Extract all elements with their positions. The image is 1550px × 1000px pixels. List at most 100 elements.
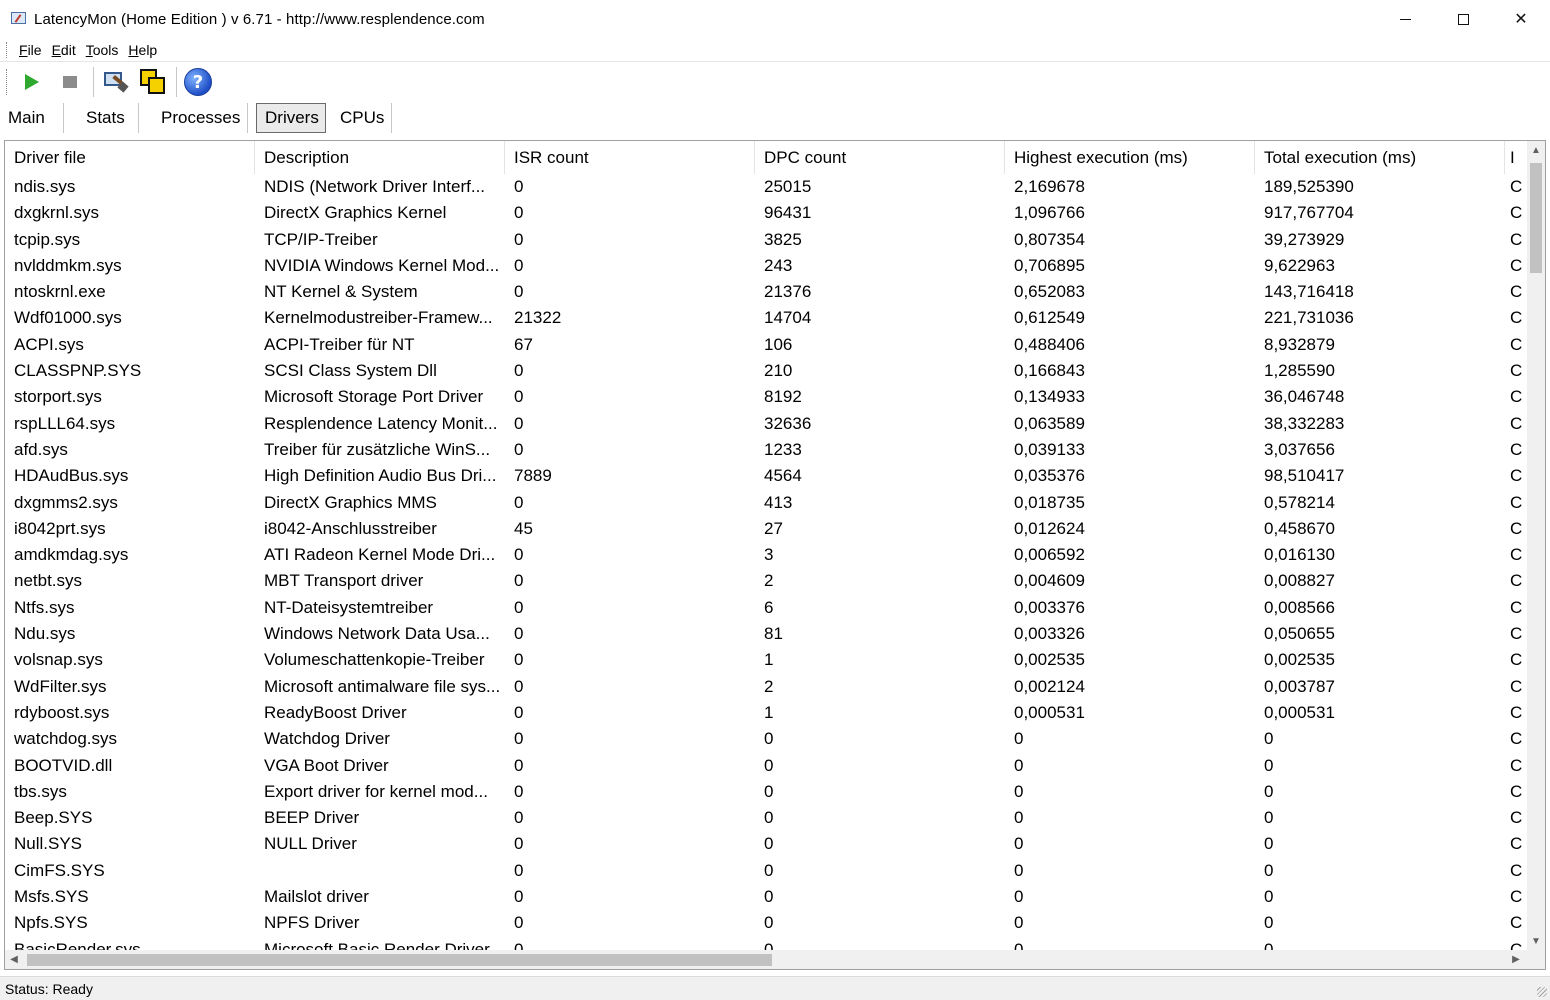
column-header-highest-execution[interactable]: Highest execution (ms) — [1005, 141, 1255, 174]
cell-total-execution: 38,332283 — [1264, 413, 1345, 433]
cell-total-execution: 0,002535 — [1264, 650, 1335, 670]
maximize-button[interactable] — [1434, 0, 1492, 38]
table-row[interactable]: CLASSPNP.SYS SCSI Class System Dll 0 210 0,1… — [5, 358, 1527, 384]
horizontal-scroll-thumb[interactable] — [27, 954, 772, 966]
table-row[interactable]: Ntfs.sys NT-Dateisystemtreiber 0 6 0,003376 0… — [5, 595, 1527, 621]
status-bar: Status: Ready — [0, 976, 1550, 1000]
cell-isr-count: 21322 — [514, 308, 562, 328]
cell-description: Treiber für zusätzliche WinS... — [264, 439, 491, 459]
cell-truncated: C — [1510, 597, 1523, 617]
table-row[interactable]: Npfs.SYS NPFS Driver 0 0 0 0 C — [5, 910, 1527, 936]
table-row[interactable]: Msfs.SYS Mailslot driver 0 0 0 0 C — [5, 884, 1527, 910]
menu-tools[interactable]: Tools — [82, 42, 123, 58]
cell-highest-execution: 0,012624 — [1014, 518, 1085, 538]
menu-help[interactable]: Help — [124, 42, 161, 58]
table-row[interactable]: amdkmdag.sys ATI Radeon Kernel Mode Dri..… — [5, 542, 1527, 568]
toolbar-separator — [176, 67, 177, 97]
scroll-left-icon[interactable]: ◀ — [5, 950, 23, 969]
toolbar-separator — [93, 67, 94, 97]
cell-description: Mailslot driver — [264, 887, 369, 907]
cell-total-execution: 143,716418 — [1264, 282, 1354, 302]
help-button[interactable]: ? — [183, 67, 213, 97]
table-row[interactable]: Wdf01000.sys Kernelmodustreiber-Framew...… — [5, 305, 1527, 331]
tab-cpus[interactable]: CPUs — [332, 103, 392, 133]
cell-description: NT Kernel & System — [264, 282, 418, 302]
close-button[interactable]: ✕ — [1492, 0, 1550, 38]
cell-isr-count: 7889 — [514, 466, 552, 486]
scroll-up-icon[interactable]: ▲ — [1527, 141, 1545, 159]
tab-stats[interactable]: Stats — [78, 103, 139, 133]
cell-driver-file: dxgkrnl.sys — [14, 203, 100, 223]
tab-processes[interactable]: Processes — [153, 103, 248, 133]
toolbar-grip[interactable] — [6, 69, 9, 95]
cell-driver-file: storport.sys — [14, 387, 102, 407]
column-header-isr-count[interactable]: ISR count — [505, 141, 755, 174]
table-row[interactable]: rspLLL64.sys Resplendence Latency Monit..… — [5, 411, 1527, 437]
table-row[interactable]: BasicRender.sys Microsoft Basic Render Dr… — [5, 937, 1527, 950]
menu-grip[interactable] — [6, 41, 9, 58]
start-button[interactable] — [17, 67, 47, 97]
tab-main[interactable]: Main — [0, 103, 64, 133]
horizontal-scrollbar[interactable]: ◀ ▶ — [5, 950, 1545, 969]
table-row[interactable]: rdyboost.sys ReadyBoost Driver 0 1 0,000531 0… — [5, 700, 1527, 726]
table-row[interactable]: afd.sys Treiber für zusätzliche WinS... 0 1… — [5, 437, 1527, 463]
scroll-down-icon[interactable]: ▼ — [1527, 932, 1545, 950]
cell-highest-execution: 0,003376 — [1014, 597, 1085, 617]
cell-truncated: C — [1510, 361, 1523, 381]
cell-total-execution: 917,767704 — [1264, 203, 1354, 223]
table-row[interactable]: netbt.sys MBT Transport driver 0 2 0,004609 0… — [5, 568, 1527, 594]
table-row[interactable]: dxgkrnl.sys DirectX Graphics Kernel 0 96431… — [5, 200, 1527, 226]
table-row[interactable]: CimFS.SYS 0 0 0 0 C — [5, 858, 1527, 884]
table-row[interactable]: BOOTVID.dll VGA Boot Driver 0 0 0 0 C — [5, 753, 1527, 779]
menu-file[interactable]: File — [15, 42, 46, 58]
column-header-dpc-count[interactable]: DPC count — [755, 141, 1005, 174]
cell-dpc-count: 0 — [764, 755, 774, 775]
column-header-total-execution[interactable]: Total execution (ms) — [1255, 141, 1505, 174]
cell-truncated: C — [1510, 466, 1523, 486]
tools-button[interactable] — [100, 67, 130, 97]
stop-button[interactable] — [55, 67, 85, 97]
table-row[interactable]: nvlddmkm.sys NVIDIA Windows Kernel Mod...… — [5, 253, 1527, 279]
cell-dpc-count: 21376 — [764, 282, 812, 302]
cell-total-execution: 3,037656 — [1264, 439, 1335, 459]
table-row[interactable]: ACPI.sys ACPI-Treiber für NT 67 106 0,488406… — [5, 332, 1527, 358]
cell-highest-execution: 0 — [1014, 755, 1024, 775]
table-row[interactable]: watchdog.sys Watchdog Driver 0 0 0 0 C — [5, 726, 1527, 752]
table-row[interactable]: tbs.sys Export driver for kernel mod... 0 0… — [5, 779, 1527, 805]
cell-description: Watchdog Driver — [264, 729, 390, 749]
cell-description: NDIS (Network Driver Interf... — [264, 177, 486, 196]
scroll-right-icon[interactable]: ▶ — [1507, 950, 1525, 969]
cell-total-execution: 0 — [1264, 834, 1274, 854]
table-row[interactable]: volsnap.sys Volumeschattenkopie-Treiber 0 1… — [5, 647, 1527, 673]
cell-highest-execution: 0,004609 — [1014, 571, 1085, 591]
table-row[interactable]: Beep.SYS BEEP Driver 0 0 0 0 C — [5, 805, 1527, 831]
column-header-truncated[interactable]: I — [1505, 141, 1527, 174]
cell-truncated: C — [1510, 571, 1523, 591]
vertical-scrollbar[interactable]: ▲ ▼ — [1527, 141, 1545, 950]
cell-dpc-count: 27 — [764, 518, 783, 538]
table-row[interactable]: dxgmms2.sys DirectX Graphics MMS 0 413 0,018… — [5, 490, 1527, 516]
table-row[interactable]: Ndu.sys Windows Network Data Usa... 0 81 0,0… — [5, 621, 1527, 647]
windows-button[interactable] — [138, 67, 168, 97]
table-row[interactable]: i8042prt.sys i8042-Anschlusstreiber 45 27 0,… — [5, 516, 1527, 542]
cell-highest-execution: 0,006592 — [1014, 545, 1085, 565]
column-header-description[interactable]: Description — [255, 141, 505, 174]
table-row[interactable]: Null.SYS NULL Driver 0 0 0 0 C — [5, 831, 1527, 857]
resize-grip-icon[interactable] — [1537, 987, 1547, 997]
cell-description: Microsoft Storage Port Driver — [264, 387, 484, 407]
table-row[interactable]: ndis.sys NDIS (Network Driver Interf... 0 2… — [5, 174, 1527, 200]
vertical-scroll-thumb[interactable] — [1530, 163, 1542, 273]
minimize-button[interactable] — [1376, 0, 1434, 38]
table-row[interactable]: storport.sys Microsoft Storage Port Drive… — [5, 384, 1527, 410]
table-row[interactable]: HDAudBus.sys High Definition Audio Bus Dr… — [5, 463, 1527, 489]
drivers-table: Driver file Description ISR count DPC co… — [4, 140, 1546, 970]
cell-driver-file: nvlddmkm.sys — [14, 255, 122, 275]
tab-drivers[interactable]: Drivers — [256, 103, 326, 133]
table-row[interactable]: WdFilter.sys Microsoft antimalware file s… — [5, 674, 1527, 700]
menu-edit[interactable]: Edit — [48, 42, 80, 58]
cell-highest-execution: 0,003326 — [1014, 624, 1085, 644]
table-row[interactable]: ntoskrnl.exe NT Kernel & System 0 21376 0,65… — [5, 279, 1527, 305]
table-row[interactable]: tcpip.sys TCP/IP-Treiber 0 3825 0,807354 39,2… — [5, 227, 1527, 253]
column-header-driver-file[interactable]: Driver file — [5, 141, 255, 174]
cell-truncated: C — [1510, 939, 1523, 950]
